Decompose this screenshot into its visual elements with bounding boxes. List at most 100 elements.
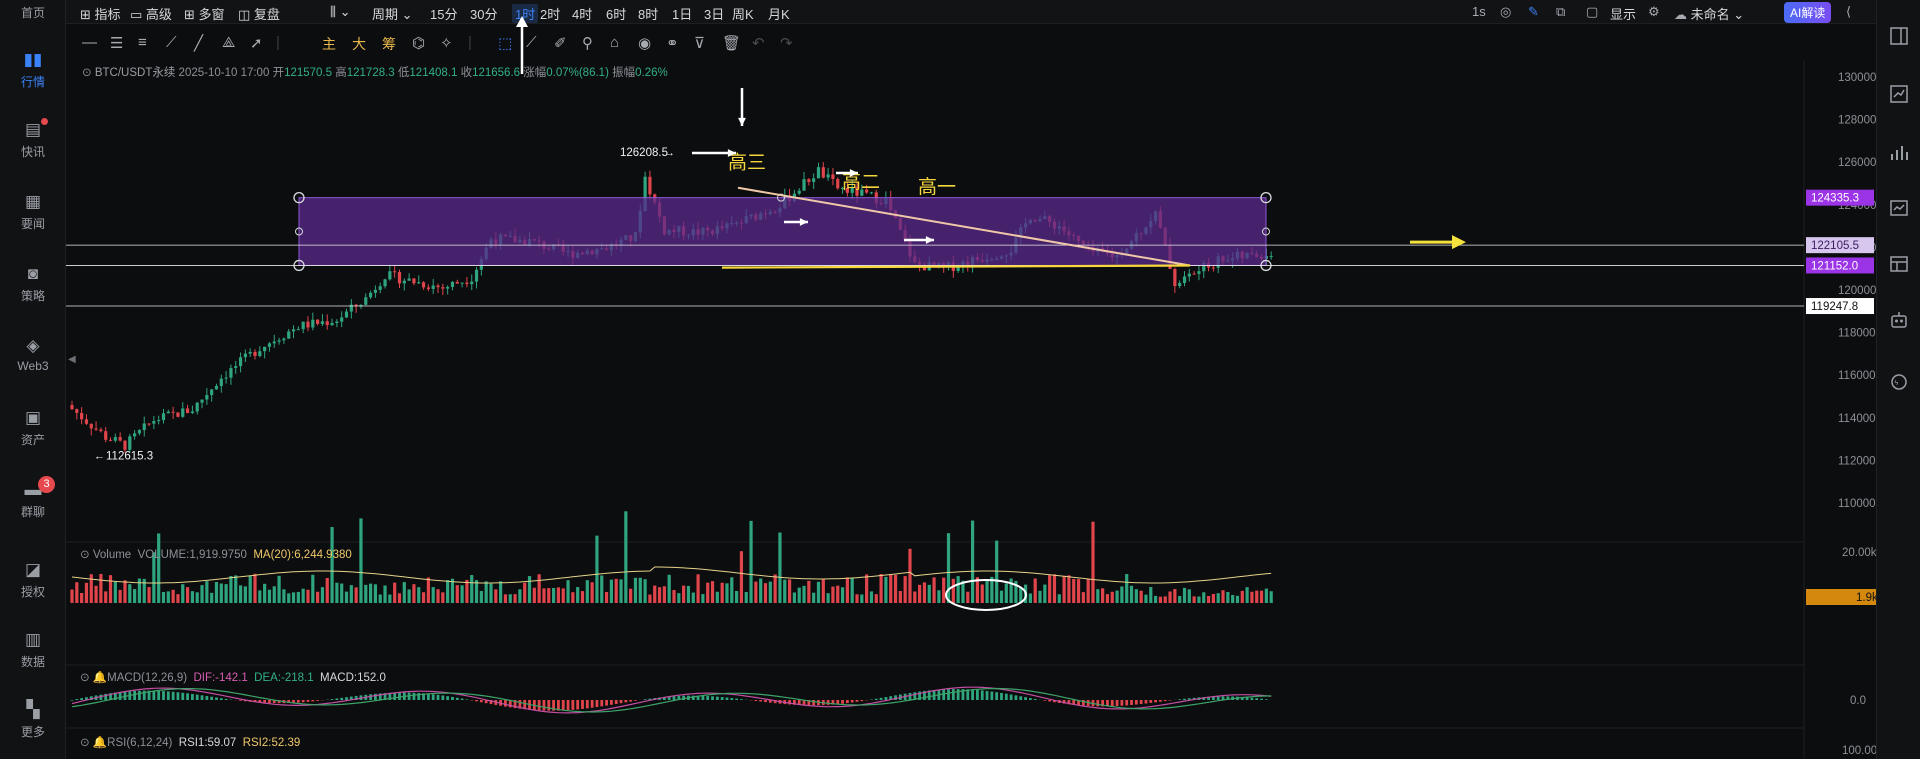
macd-bar	[215, 697, 218, 700]
gao-yi-label: 高一	[918, 176, 956, 198]
nav-item-6[interactable]: ▣ 资产	[0, 408, 66, 448]
interval-tab[interactable]: 15分	[430, 4, 457, 23]
measure-icon[interactable]: ⌬	[412, 34, 425, 52]
macd-bar	[436, 694, 440, 700]
interval-tab[interactable]: 月K	[768, 4, 790, 23]
nav-item-5[interactable]: ◈ Web3	[0, 336, 66, 373]
magnet-icon[interactable]: ⚲	[582, 34, 593, 52]
monitor-icon[interactable]	[1888, 198, 1910, 218]
interval-tab[interactable]: 1日	[672, 4, 692, 23]
nav-item-8[interactable]: ◪ 授权	[0, 560, 66, 600]
interval-tab[interactable]: 周K	[732, 4, 754, 23]
period-dropdown[interactable]: 周期 ⌄	[372, 4, 413, 23]
chips-toggle[interactable]: 筹	[382, 34, 396, 54]
volume-bar	[749, 520, 753, 603]
volume-bar	[214, 581, 219, 603]
volume-bar	[1120, 586, 1124, 603]
macd-bar	[990, 691, 994, 700]
panel-icon[interactable]	[1888, 26, 1910, 46]
nav-item-0[interactable]: 首页	[0, 4, 66, 21]
volume-bar	[1259, 590, 1264, 603]
interval-tab[interactable]: 8时	[638, 4, 658, 23]
chart-box-icon[interactable]	[1888, 84, 1910, 104]
candle-body	[108, 439, 113, 441]
nav-item-7[interactable]: ▬ 群聊 3	[0, 476, 66, 520]
ai-interpret-button[interactable]: AI解读	[1784, 2, 1832, 23]
trash-icon[interactable]: 🗑	[722, 34, 741, 52]
volume-bar	[638, 577, 642, 603]
volume-bar	[566, 580, 570, 603]
copy-icon[interactable]: ⧉	[1556, 4, 1565, 20]
bell-icon[interactable]: 🔔	[93, 672, 107, 684]
nav-item-3[interactable]: ▦ 要闻	[0, 192, 66, 232]
nav-item-4[interactable]: ◙ 策略	[0, 264, 66, 304]
collapse-handle-icon[interactable]: ◀	[68, 354, 76, 365]
volume-bar	[831, 586, 835, 603]
pen-icon[interactable]: ✎	[1528, 4, 1539, 20]
arrow-line-icon[interactable]: ➚	[250, 34, 263, 52]
robot-icon[interactable]	[1888, 310, 1910, 330]
replay-button[interactable]: ◫ 复盘	[238, 4, 280, 23]
camera-icon[interactable]: ◎	[1500, 4, 1511, 20]
macd-bar	[976, 689, 979, 700]
ruler-icon[interactable]: ⟋	[166, 34, 177, 51]
share-icon[interactable]: ⟨	[1846, 4, 1851, 20]
signal-icon[interactable]: ϟ	[1888, 372, 1910, 392]
interval-tab[interactable]: 3日	[704, 4, 724, 23]
advanced-button[interactable]: ▭ 高级	[130, 4, 172, 23]
candle-body	[258, 351, 262, 357]
refresh-rate[interactable]: 1s	[1472, 4, 1486, 19]
filter-icon[interactable]: ⊽	[694, 34, 705, 52]
macd-bar	[1120, 700, 1124, 706]
collapse-icon[interactable]: ⊙	[80, 549, 90, 561]
macd-bar	[191, 693, 194, 700]
parallel-lines-icon[interactable]: ≡	[138, 34, 147, 51]
undo-icon[interactable]: ↶	[752, 34, 765, 52]
macd-bar	[624, 700, 628, 703]
macd-bar	[634, 700, 637, 701]
nav-item-9[interactable]: ▥ 数据	[0, 630, 66, 670]
big-chart-toggle[interactable]: 大	[352, 34, 366, 54]
link-icon[interactable]: ⚭	[666, 34, 679, 52]
candle-body	[426, 287, 430, 289]
volume-bar	[195, 592, 199, 603]
display-button[interactable]: 显示	[1610, 4, 1636, 23]
interval-tab[interactable]: 30分	[470, 4, 497, 23]
nav-item-1[interactable]: ▮▮ 行情	[0, 50, 66, 90]
horizontal-ray-icon[interactable]: ☰	[110, 34, 123, 52]
select-cursor-icon[interactable]: ⬚	[498, 34, 512, 52]
range-box[interactable]	[298, 197, 1267, 266]
bell-icon[interactable]: 🔔	[93, 737, 107, 749]
macd-bar	[841, 700, 844, 704]
multi-window-button[interactable]: ⊞ 多窗	[184, 4, 225, 23]
brush-icon[interactable]: ✐	[554, 34, 567, 52]
interval-tab[interactable]: 4时	[572, 4, 592, 23]
chart-area[interactable]: 130000.0128000.0126000.0124000.0122000.0…	[66, 60, 1876, 759]
bar-stats-icon[interactable]	[1888, 142, 1910, 162]
layout-name-dropdown[interactable]: ☁ 未命名 ⌄	[1674, 4, 1744, 23]
table-icon[interactable]	[1888, 254, 1910, 274]
nav-item-2[interactable]: ▤ 快讯	[0, 118, 66, 160]
collapse-icon[interactable]: ⊙	[80, 737, 90, 749]
macd-bar	[70, 700, 74, 701]
redo-icon[interactable]: ↷	[780, 34, 793, 52]
magic-icon[interactable]: ✧	[440, 34, 453, 52]
horizontal-line-icon[interactable]: —	[82, 34, 97, 51]
lock-icon[interactable]: ⌂	[610, 34, 619, 51]
settings-icon[interactable]: ⚙	[1648, 4, 1660, 20]
interval-tab[interactable]: 6时	[606, 4, 626, 23]
nav-item-10[interactable]: ▚ 更多	[0, 700, 66, 740]
save-icon[interactable]: ▢	[1586, 4, 1598, 20]
main-chart-toggle[interactable]: 主	[322, 34, 336, 54]
candlestick-chart[interactable]: 130000.0128000.0126000.0124000.0122000.0…	[66, 60, 1876, 759]
eye-icon[interactable]: ◉	[638, 34, 651, 52]
volume-bar	[1062, 575, 1066, 603]
macd-bar	[479, 700, 483, 703]
trend-line-icon[interactable]: ╱	[194, 34, 203, 52]
interval-tab[interactable]: 2时	[540, 4, 560, 23]
volume-bar	[99, 573, 103, 603]
fib-icon[interactable]: ⟁	[222, 34, 235, 51]
indicator-button[interactable]: ⊞ 指标	[80, 4, 121, 23]
chart-type-button[interactable]: ⫼ ⌄	[330, 4, 351, 20]
collapse-icon[interactable]: ⊙	[80, 672, 90, 684]
